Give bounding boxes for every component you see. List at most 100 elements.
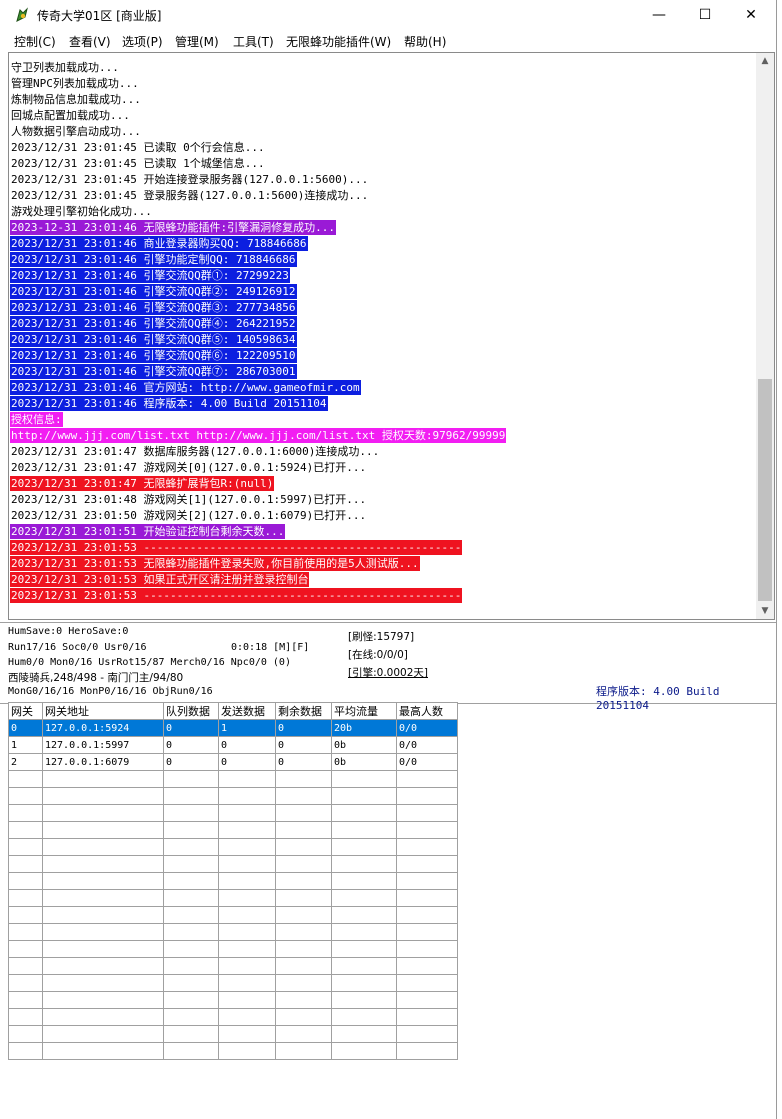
col-gateway[interactable]: 网关 [8, 702, 43, 720]
log-line: 2023/12/31 23:01:46 引擎交流QQ群⑦: 286703001 [10, 364, 297, 379]
empty-cell [218, 821, 276, 839]
log-line: 2023/12/31 23:01:45 已读取 0个行会信息... [11, 141, 265, 154]
empty-cell [8, 957, 43, 975]
scroll-down-icon[interactable]: ▼ [756, 603, 774, 619]
table-cell: 0 [163, 719, 219, 737]
log-scrollbar[interactable]: ▲ ▼ [756, 53, 774, 619]
empty-cell [8, 940, 43, 958]
empty-row [8, 1025, 458, 1043]
empty-row [8, 974, 458, 992]
log-output[interactable]: 守卫列表加载成功... 管理NPC列表加载成功... 炼制物品信息加载成功... 回城… [8, 52, 756, 620]
empty-cell [331, 974, 397, 992]
empty-cell [275, 872, 332, 890]
empty-cell [331, 1008, 397, 1026]
table-row[interactable]: 0 127.0.0.1:5924 0 1 0 20b 0/0 [8, 719, 458, 737]
empty-cell [163, 1025, 219, 1043]
empty-cell [218, 1025, 276, 1043]
empty-cell [218, 940, 276, 958]
table-row[interactable]: 2 127.0.0.1:6079 0 0 0 0b 0/0 [8, 753, 458, 771]
col-queue[interactable]: 队列数据 [163, 702, 219, 720]
empty-cell [331, 838, 397, 856]
empty-cell [8, 838, 43, 856]
menu-tools[interactable]: 工具(T) [233, 33, 274, 50]
save-status: HumSave:0 HeroSave:0 [8, 626, 129, 637]
empty-cell [8, 991, 43, 1009]
col-avg-traffic[interactable]: 平均流量 [331, 702, 397, 720]
empty-cell [275, 974, 332, 992]
empty-cell [8, 855, 43, 873]
maximize-button[interactable]: ☐ [682, 0, 728, 31]
menu-manage[interactable]: 管理(M) [175, 33, 219, 50]
empty-cell [396, 923, 458, 941]
table-row[interactable]: 1 127.0.0.1:5997 0 0 0 0b 0/0 [8, 736, 458, 754]
empty-cell [331, 855, 397, 873]
col-max-users[interactable]: 最高人数 [396, 702, 458, 720]
col-address[interactable]: 网关地址 [42, 702, 164, 720]
empty-cell [218, 1042, 276, 1060]
log-line: 炼制物品信息加载成功... [11, 93, 141, 106]
engine-days: [引擎:0.0002天] [348, 667, 428, 679]
empty-cell [163, 787, 219, 805]
empty-row [8, 991, 458, 1009]
empty-cell [42, 855, 164, 873]
window-title: 传奇大学01区 [商业版] [37, 9, 162, 23]
table-cell: 0/0 [396, 719, 458, 737]
empty-row [8, 1008, 458, 1026]
empty-cell [218, 804, 276, 822]
log-line: 2023/12/31 23:01:46 引擎交流QQ群⑤: 140598634 [10, 332, 297, 347]
gateway-table[interactable]: 网关 网关地址 队列数据 发送数据 剩余数据 平均流量 最高人数 0 127.0.… [8, 702, 458, 1060]
log-line: 2023/12/31 23:01:46 引擎交流QQ群⑥: 122209510 [10, 348, 297, 363]
empty-cell [8, 770, 43, 788]
col-remaining[interactable]: 剩余数据 [275, 702, 332, 720]
log-line: 2023/12/31 23:01:51 开始验证控制台剩余天数... [10, 524, 286, 539]
table-cell: 1 [8, 736, 43, 754]
scroll-up-icon[interactable]: ▲ [756, 53, 774, 69]
empty-cell [163, 770, 219, 788]
empty-cell [275, 838, 332, 856]
empty-cell [163, 1042, 219, 1060]
close-button[interactable]: ✕ [728, 0, 774, 31]
empty-cell [218, 991, 276, 1009]
empty-cell [42, 821, 164, 839]
title-bar[interactable]: 传奇大学01区 [商业版] — ☐ ✕ [0, 0, 776, 31]
table-cell: 0/0 [396, 753, 458, 771]
minimize-button[interactable]: — [636, 0, 682, 31]
empty-row [8, 872, 458, 890]
online-count: [在线:0/0/0] [348, 649, 408, 661]
empty-cell [218, 838, 276, 856]
empty-cell [331, 906, 397, 924]
menu-options[interactable]: 选项(P) [122, 33, 163, 50]
log-line: 2023/12/31 23:01:46 引擎交流QQ群②: 249126912 [10, 284, 297, 299]
menu-help[interactable]: 帮助(H) [404, 33, 446, 50]
empty-cell [396, 787, 458, 805]
empty-cell [163, 821, 219, 839]
empty-cell [8, 872, 43, 890]
empty-cell [42, 838, 164, 856]
empty-cell [218, 923, 276, 941]
app-logo-icon [16, 7, 28, 22]
log-line: 2023/12/31 23:01:48 游戏网关[1](127.0.0.1:59… [11, 493, 367, 506]
mon-run-status: MonG0/16/16 MonP0/16/16 ObjRun0/16 [8, 686, 213, 697]
gateway-table-header: 网关 网关地址 队列数据 发送数据 剩余数据 平均流量 最高人数 [8, 702, 458, 720]
table-cell: 2 [8, 753, 43, 771]
col-sent[interactable]: 发送数据 [218, 702, 276, 720]
log-line: 2023/12/31 23:01:46 引擎功能定制QQ: 718846686 [10, 252, 297, 267]
empty-row [8, 906, 458, 924]
log-line: 授权信息: [10, 412, 63, 427]
menu-control[interactable]: 控制(C) [14, 33, 56, 50]
log-line: 2023/12/31 23:01:53 --------------------… [10, 588, 463, 603]
log-line: 2023/12/31 23:01:47 游戏网关[0](127.0.0.1:59… [11, 461, 367, 474]
empty-cell [331, 940, 397, 958]
menu-view[interactable]: 查看(V) [69, 33, 111, 50]
empty-cell [163, 974, 219, 992]
empty-cell [218, 770, 276, 788]
program-version: 程序版本: 4.00 Build 20151104 [596, 685, 720, 712]
log-line: 回城点配置加载成功... [11, 109, 130, 122]
scroll-thumb[interactable] [758, 379, 772, 601]
log-line: 2023/12/31 23:01:46 引擎交流QQ群④: 264221952 [10, 316, 297, 331]
empty-row [8, 957, 458, 975]
table-cell: 0 [8, 719, 43, 737]
empty-cell [42, 889, 164, 907]
empty-cell [331, 889, 397, 907]
menu-plugin[interactable]: 无限蜂功能插件(W) [286, 33, 391, 50]
